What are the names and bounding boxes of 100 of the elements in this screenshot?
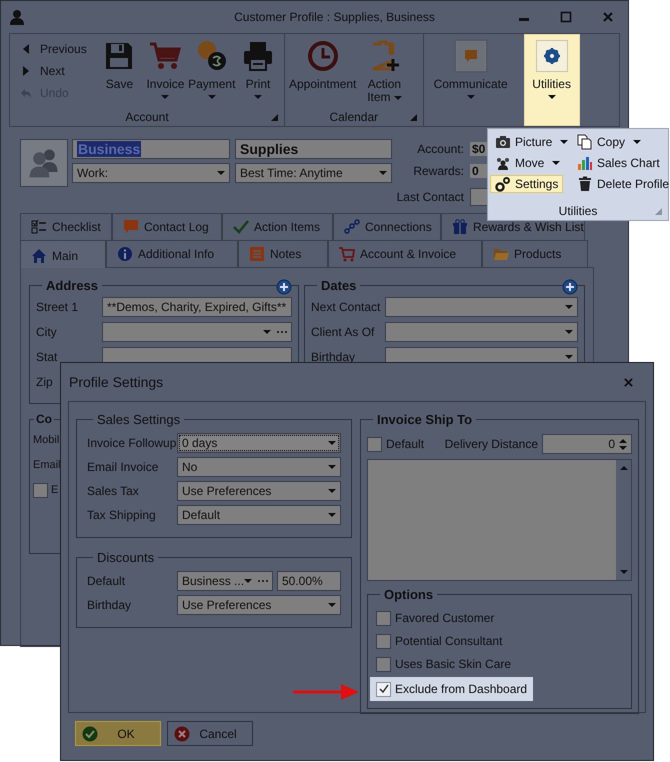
add-icon[interactable] <box>276 279 292 295</box>
window-title: Customer Profile : Supplies, Business <box>233 10 436 24</box>
dialog-launcher-icon[interactable] <box>410 114 417 121</box>
ribbon-group-label: Calendar <box>329 110 378 124</box>
ribbon-group-label: Account <box>125 110 169 124</box>
menu-item[interactable]: Copy <box>572 133 646 151</box>
close-icon[interactable] <box>624 378 633 386</box>
tab[interactable]: Additional Info <box>106 240 238 267</box>
field-label: Tax Shipping <box>87 508 157 522</box>
ribbon-button[interactable]: Appointment <box>289 34 356 108</box>
last-contact-field[interactable] <box>470 188 488 206</box>
avatar[interactable] <box>20 139 68 187</box>
date-dropdown[interactable] <box>385 322 578 342</box>
checkmark-icon <box>82 726 98 742</box>
checkbox-label: Favored Customer <box>395 611 494 625</box>
menu-item[interactable]: Move <box>490 154 566 172</box>
dropdown[interactable]: Use Preferences <box>177 481 341 501</box>
dialog-button[interactable]: Cancel <box>167 721 253 746</box>
dialog-button[interactable]: OK <box>75 721 161 746</box>
checklist-icon <box>31 219 47 235</box>
field-label: Street 1 <box>36 300 80 314</box>
address-text-area[interactable] <box>367 459 632 581</box>
tab[interactable]: Main <box>20 240 106 268</box>
dropdown[interactable]: Business ... <box>177 571 273 591</box>
group-title: Co <box>35 412 53 426</box>
undo-icon <box>20 87 32 99</box>
field-label: Sales Tax <box>87 484 140 498</box>
distance-spinner[interactable]: 0 <box>542 434 632 454</box>
group-title: Address <box>45 278 100 293</box>
tab[interactable]: Checklist <box>20 213 112 240</box>
city-dropdown[interactable] <box>102 322 292 342</box>
home-icon <box>31 248 47 264</box>
ribbon-button[interactable]: Save <box>97 34 142 108</box>
checkbox-label: Default <box>386 437 424 451</box>
tab[interactable]: Notes <box>238 240 328 267</box>
menu-item[interactable]: Sales Chart <box>572 154 665 172</box>
dialog-launcher-icon[interactable] <box>655 208 662 215</box>
checkbox-label: Exclude from Dashboard <box>395 682 528 696</box>
menu-item[interactable]: Settings <box>490 175 564 193</box>
checkmark-icon <box>233 219 249 235</box>
settings-icon <box>536 40 568 72</box>
tab[interactable]: Account & Invoice <box>328 240 482 267</box>
trash-icon <box>577 176 593 192</box>
close-icon <box>174 726 190 742</box>
first-name-field[interactable]: Business <box>72 139 230 159</box>
tab[interactable]: Contact Log <box>112 213 222 240</box>
field-label: Next Contact <box>311 300 382 314</box>
info-icon <box>117 246 133 262</box>
dropdown[interactable]: Use Preferences <box>177 595 341 615</box>
ribbon-button[interactable]: Print <box>236 34 280 108</box>
tab[interactable]: Connections <box>333 213 441 240</box>
field-label: Birthday <box>87 598 132 612</box>
ribbon-button[interactable]: Communicate <box>434 34 508 126</box>
maximize-icon[interactable] <box>560 11 572 23</box>
scrollbar[interactable] <box>616 460 631 580</box>
last-contact-label: Last Contact <box>396 190 464 204</box>
camera-icon <box>495 134 511 150</box>
field-label: Delivery Distance <box>444 437 538 451</box>
checkbox[interactable] <box>376 634 391 648</box>
speech-bubble-icon <box>454 40 487 72</box>
cart-icon <box>149 40 182 72</box>
dropdown[interactable]: 0 days <box>177 433 341 453</box>
checkbox[interactable] <box>376 682 391 696</box>
last-name-field[interactable]: Supplies <box>235 139 392 159</box>
connections-icon <box>344 219 360 235</box>
ribbon-button[interactable]: Utilities <box>524 34 580 126</box>
close-icon[interactable] <box>602 11 614 23</box>
menu-item[interactable]: Picture <box>490 133 574 151</box>
copy-icon <box>577 134 593 150</box>
dropdown[interactable]: Default <box>177 505 341 525</box>
tab[interactable]: Products <box>482 240 588 267</box>
checkbox[interactable] <box>376 610 391 626</box>
field-label: Email <box>33 459 61 471</box>
group-title: Options <box>383 587 434 602</box>
person-icon <box>9 9 25 25</box>
percent-field[interactable]: 50.00% <box>277 571 341 591</box>
checkbox[interactable] <box>367 436 382 452</box>
notes-icon <box>249 246 265 262</box>
checkbox-label: Potential Consultant <box>395 634 502 648</box>
tab[interactable]: Action Items <box>222 213 333 240</box>
dialog-title: Profile Settings <box>69 374 164 390</box>
nav-button[interactable]: Next <box>20 62 92 80</box>
group-title: Discounts <box>96 550 156 565</box>
cart-icon <box>339 246 355 262</box>
settings-icon <box>495 176 511 192</box>
phone-type-dropdown[interactable]: Work: <box>72 163 230 183</box>
ribbon-button[interactable]: Action Item <box>358 34 410 108</box>
nav-button[interactable]: Previous <box>20 40 92 58</box>
field-label: Mobil <box>33 434 60 446</box>
best-time-dropdown[interactable]: Best Time: Anytime <box>235 163 392 183</box>
ribbon-button[interactable]: Invoice <box>143 34 188 108</box>
menu-item[interactable]: Delete Profile <box>572 175 670 193</box>
checkbox[interactable] <box>376 656 391 672</box>
checkbox[interactable] <box>33 482 48 498</box>
printer-icon <box>242 40 274 72</box>
ribbon-button[interactable]: Payment <box>189 34 234 108</box>
dropdown[interactable]: No <box>177 457 341 477</box>
dialog-launcher-icon[interactable] <box>271 114 278 121</box>
text-field[interactable]: **Demos, Charity, Expired, Gifts** <box>102 297 292 317</box>
add-icon[interactable] <box>562 279 578 295</box>
